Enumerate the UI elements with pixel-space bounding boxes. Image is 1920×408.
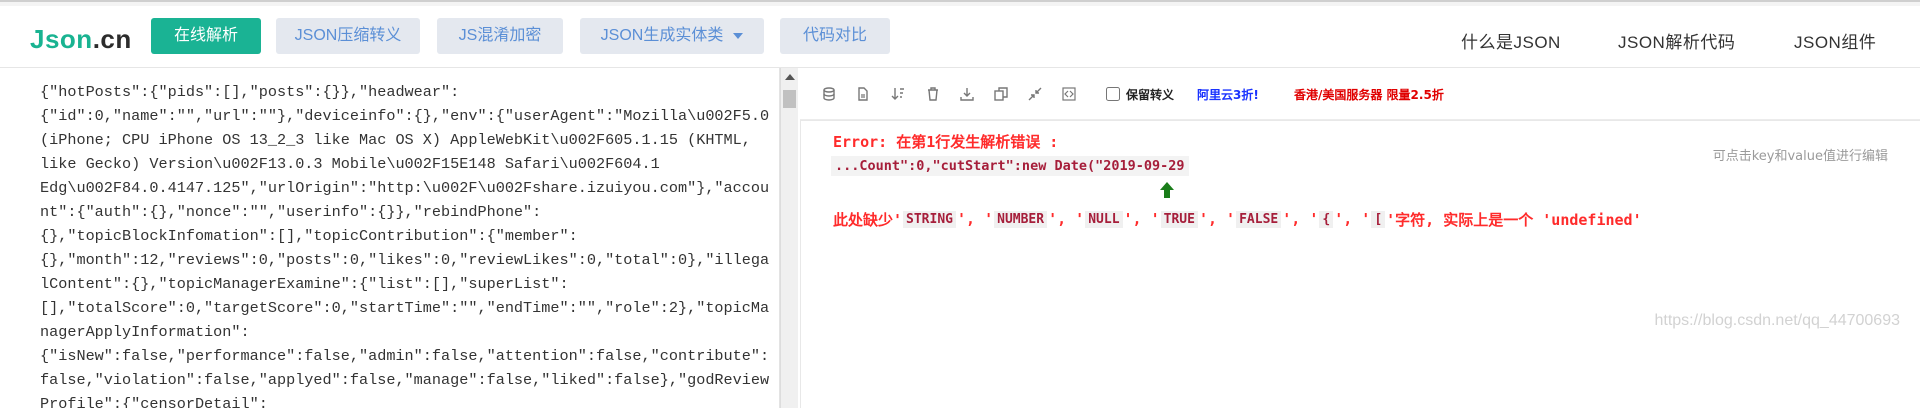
error-message-suffix: '字符, 实际上是一个 'undefined' <box>1386 210 1642 229</box>
json-parse-code-link[interactable]: JSON解析代码 <box>1618 28 1735 53</box>
code-line[interactable]: lContent":{},"topicManagerExamine":{"lis… <box>40 272 762 296</box>
code-line[interactable]: false,"violation":false,"applyed":false,… <box>40 368 769 392</box>
file-icon[interactable] <box>854 85 872 103</box>
scrollbar-thumb[interactable] <box>783 90 796 108</box>
logo[interactable]: Json.cn <box>30 24 132 55</box>
token-separator: ', ' <box>957 210 994 228</box>
json-entity-label: JSON生成实体类 <box>600 27 724 44</box>
token-true: TRUE <box>1160 210 1198 228</box>
database-icon[interactable] <box>820 85 838 103</box>
compress-icon[interactable] <box>1026 85 1044 103</box>
trash-icon[interactable] <box>924 85 942 103</box>
arrow-up-icon <box>1160 182 1174 198</box>
edit-hint: 可点击key和value值进行编辑 <box>1712 149 1888 164</box>
code-line[interactable]: {"hotPosts":{"pids":[],"posts":{}},"head… <box>40 80 762 104</box>
code-line[interactable]: (iPhone; CPU iPhone OS 13_2_3 like Mac O… <box>40 128 762 152</box>
keep-escape-label: 保留转义 <box>1126 87 1175 102</box>
js-obfuscate-button[interactable]: JS混淆加密 <box>437 18 563 54</box>
code-line[interactable]: nt":{"auth":{},"nonce":"","userinfo":{}}… <box>40 200 762 224</box>
token-null: NULL <box>1085 210 1123 228</box>
error-title: Error: 在第1行发生解析错误 : <box>833 133 1059 151</box>
online-parse-button[interactable]: 在线解析 <box>151 18 261 54</box>
promo-server-link[interactable]: 香港/美国服务器 限量2.5折 <box>1294 86 1444 103</box>
token-number: NUMBER <box>994 210 1048 228</box>
sort-icon[interactable] <box>889 85 907 103</box>
json-input-text[interactable]: {"hotPosts":{"pids":[],"posts":{}},"head… <box>40 80 769 408</box>
json-input-editor[interactable]: {"hotPosts":{"pids":[],"posts":{}},"head… <box>0 68 780 408</box>
editor-scrollbar[interactable] <box>780 68 798 408</box>
output-panel: 保留转义 阿里云3折! 香港/美国服务器 限量2.5折 Error: 在第1行发… <box>800 68 1920 408</box>
token-open-brace: { <box>1319 210 1334 228</box>
scroll-up-arrow-icon[interactable] <box>785 74 795 80</box>
keep-escape-checkbox-wrap[interactable]: 保留转义 <box>1106 84 1174 104</box>
token-separator: ', ' <box>1334 210 1371 228</box>
output-toolbar: 保留转义 阿里云3折! 香港/美国服务器 限量2.5折 <box>800 68 1920 120</box>
keep-escape-checkbox[interactable] <box>1106 87 1120 101</box>
code-line[interactable]: like Gecko) Version\u002F13.0.3 Mobile\u… <box>40 152 762 176</box>
code-line[interactable]: [],"totalScore":0,"targetScore":0,"start… <box>40 296 769 320</box>
token-string: STRING <box>903 210 956 228</box>
code-line[interactable]: nagerApplyInformation": <box>40 320 762 344</box>
token-separator: ', ' <box>1048 210 1085 228</box>
parse-result-area[interactable]: Error: 在第1行发生解析错误 : ...Count":0,"cutStar… <box>800 120 1920 408</box>
code-line[interactable]: Profile":{"censorDetail": <box>40 392 762 408</box>
code-icon[interactable] <box>1060 85 1078 103</box>
download-icon[interactable] <box>958 85 976 103</box>
logo-part2: .cn <box>92 24 132 54</box>
token-separator: ', ' <box>1198 210 1236 228</box>
caret-down-icon <box>733 32 744 39</box>
promo-aliyun-link[interactable]: 阿里云3折! <box>1197 86 1259 103</box>
code-line[interactable]: {},"month":12,"reviews":0,"posts":0,"lik… <box>40 248 769 272</box>
error-snippet: ...Count":0,"cutStart":new Date("2019-09… <box>831 156 1189 176</box>
code-line[interactable]: Edg\u002F84.0.4147.125","urlOrigin":"htt… <box>40 176 769 200</box>
json-entity-dropdown[interactable]: JSON生成实体类 <box>580 18 764 54</box>
header: Json.cn 在线解析 JSON压缩转义 JS混淆加密 JSON生成实体类 代… <box>0 6 1920 68</box>
token-open-bracket: [ <box>1371 210 1386 228</box>
code-diff-button[interactable]: 代码对比 <box>780 18 890 54</box>
logo-part1: Json <box>30 24 93 54</box>
error-message: 此处缺少' STRING ', ' NUMBER ', ' NULL ', ' TRU… <box>833 207 1642 231</box>
token-separator: ', ' <box>1123 210 1160 228</box>
token-separator: ', ' <box>1282 210 1319 228</box>
error-message-prefix: 此处缺少' <box>833 210 903 229</box>
copy-icon[interactable] <box>992 85 1010 103</box>
what-is-json-link[interactable]: 什么是JSON <box>1461 28 1561 53</box>
code-line[interactable]: {"isNew":false,"performance":false,"admi… <box>40 344 769 368</box>
watermark: https://blog.csdn.net/qq_44700693 <box>1654 312 1900 329</box>
token-false: FALSE <box>1236 210 1282 228</box>
code-line[interactable]: {},"topicBlockInfomation":[],"topicContr… <box>40 224 762 248</box>
code-line[interactable]: {"id":0,"name":"","url":""},"deviceinfo"… <box>40 104 769 128</box>
json-component-link[interactable]: JSON组件 <box>1794 28 1876 53</box>
json-compress-button[interactable]: JSON压缩转义 <box>276 18 420 54</box>
